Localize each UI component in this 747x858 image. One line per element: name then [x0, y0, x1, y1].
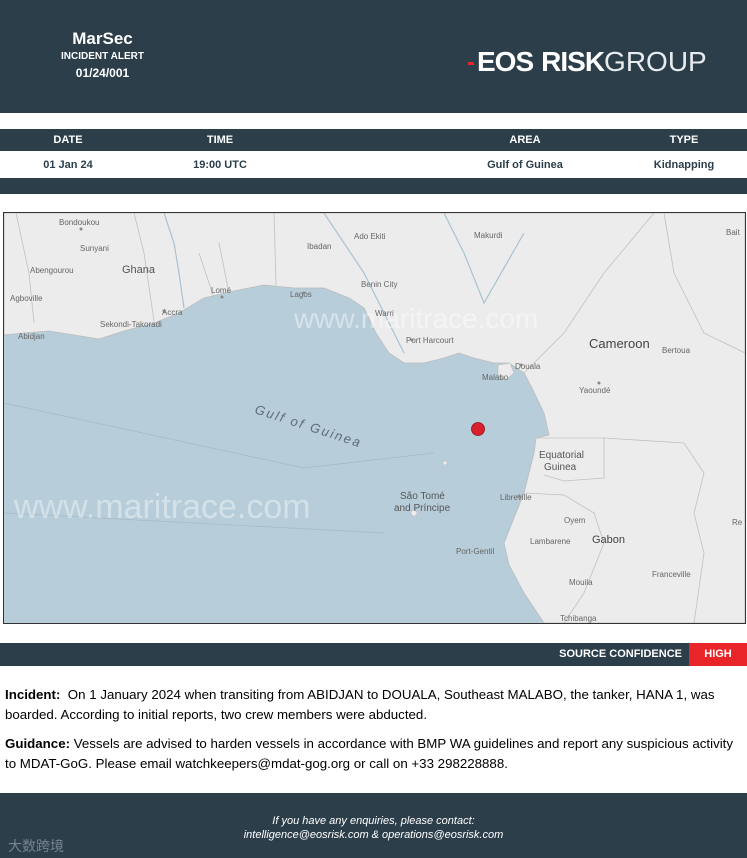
source-confidence-bar: SOURCE CONFIDENCE HIGH: [0, 643, 747, 666]
map-city: Douala: [515, 362, 541, 371]
source-confidence-value: HIGH: [689, 643, 747, 666]
column-type: TYPE: [669, 134, 699, 146]
map-city: Re the: [732, 518, 745, 527]
map-city: Bertoua: [662, 346, 691, 355]
map-city: Mouila: [569, 578, 593, 587]
logo-eos: EOS: [477, 46, 534, 77]
eos-risk-group-logo: EOS RISK GROUP: [468, 42, 707, 82]
map-country-ghana: Ghana: [122, 264, 156, 276]
incident-label: Incident:: [5, 687, 61, 702]
incident-marker: [471, 422, 485, 436]
incident-text: On 1 January 2024 when transiting from A…: [5, 687, 715, 722]
map-city: Bondoukou: [59, 218, 99, 227]
map-city: Franceville: [652, 570, 691, 579]
incident-map: www.maritrace.com www.maritrace.com Gulf…: [3, 212, 746, 624]
logo-dash: [468, 61, 474, 65]
value-date: 01 Jan 24: [43, 158, 93, 171]
column-time: TIME: [206, 134, 234, 146]
footer-enquiries: If you have any enquiries, please contac…: [272, 815, 475, 827]
map-city: Port-Gentil: [456, 547, 494, 556]
map-city: Malabo: [482, 373, 509, 382]
map-city: Libreville: [500, 493, 532, 502]
column-area: AREA: [509, 134, 541, 146]
map-city: Lomé: [211, 286, 232, 295]
map-city: Warri: [375, 309, 394, 318]
alert-header: MarSec INCIDENT ALERT 01/24/001 EOS RISK…: [0, 0, 747, 113]
alert-subtitle: INCIDENT ALERT: [61, 51, 144, 62]
map-city: Agboville: [10, 294, 43, 303]
map-country-cameroon: Cameroon: [589, 336, 650, 351]
map-watermark-bottom: www.maritrace.com: [13, 488, 311, 526]
map-city: Sekondi-Takoradi: [100, 320, 162, 329]
value-type: Kidnapping: [653, 158, 715, 171]
value-area: Gulf of Guinea: [487, 158, 563, 171]
map-city: Oyem: [564, 516, 586, 525]
map-city: Ado Ekiti: [354, 232, 386, 241]
map-city: Yaoundé: [579, 386, 611, 395]
map-city: Benin City: [361, 280, 397, 289]
guidance-label: Guidance:: [5, 736, 71, 751]
map-country-principe: and Príncipe: [394, 503, 451, 514]
map-city: Abengourou: [30, 266, 74, 275]
logo-group: GROUP: [604, 46, 707, 77]
map-city: Lambarene: [530, 537, 571, 546]
map-city: Abidjan: [18, 332, 45, 341]
contact-footer: If you have any enquiries, please contac…: [0, 793, 747, 858]
source-confidence-label: SOURCE CONFIDENCE: [559, 648, 682, 660]
map-city: Makurdi: [474, 231, 503, 240]
map-country-equatorial-guinea: Equatorial: [539, 450, 584, 461]
map-city: Bait: [726, 228, 741, 237]
map-city: Accra: [162, 308, 183, 317]
alert-title-block: MarSec INCIDENT ALERT 01/24/001: [20, 28, 185, 82]
map-svg: www.maritrace.com www.maritrace.com Gulf…: [4, 213, 745, 623]
guidance-section: Guidance: Vessels are advised to harden …: [5, 734, 740, 774]
alert-title: MarSec: [72, 29, 133, 48]
guidance-text: Vessels are advised to harden vessels in…: [5, 736, 734, 771]
logo-risk: RISK: [541, 46, 605, 77]
map-country-gabon: Gabon: [592, 534, 625, 546]
corner-watermark: 大数跨境: [8, 839, 64, 855]
alert-id: 01/24/001: [75, 66, 130, 80]
details-footer-bar: [0, 178, 747, 194]
map-city: Sunyani: [80, 244, 109, 253]
details-value-row: 01 Jan 24 19:00 UTC Gulf of Guinea Kidna…: [0, 151, 747, 178]
map-watermark-top: www.maritrace.com: [293, 303, 538, 334]
details-header-row: DATE TIME AREA TYPE: [0, 129, 747, 151]
map-city: Lagos: [290, 290, 312, 299]
map-city: Ibadan: [307, 242, 331, 251]
column-date: DATE: [53, 134, 83, 146]
map-city: Tchibanga: [560, 614, 597, 623]
map-country-equatorial-guinea-2: Guinea: [544, 462, 577, 473]
footer-emails: intelligence@eosrisk.com & operations@eo…: [243, 829, 504, 841]
map-country-sao-tome: São Tomé: [400, 491, 445, 502]
value-time: 19:00 UTC: [193, 158, 247, 171]
incident-section: Incident: On 1 January 2024 when transit…: [5, 685, 740, 725]
